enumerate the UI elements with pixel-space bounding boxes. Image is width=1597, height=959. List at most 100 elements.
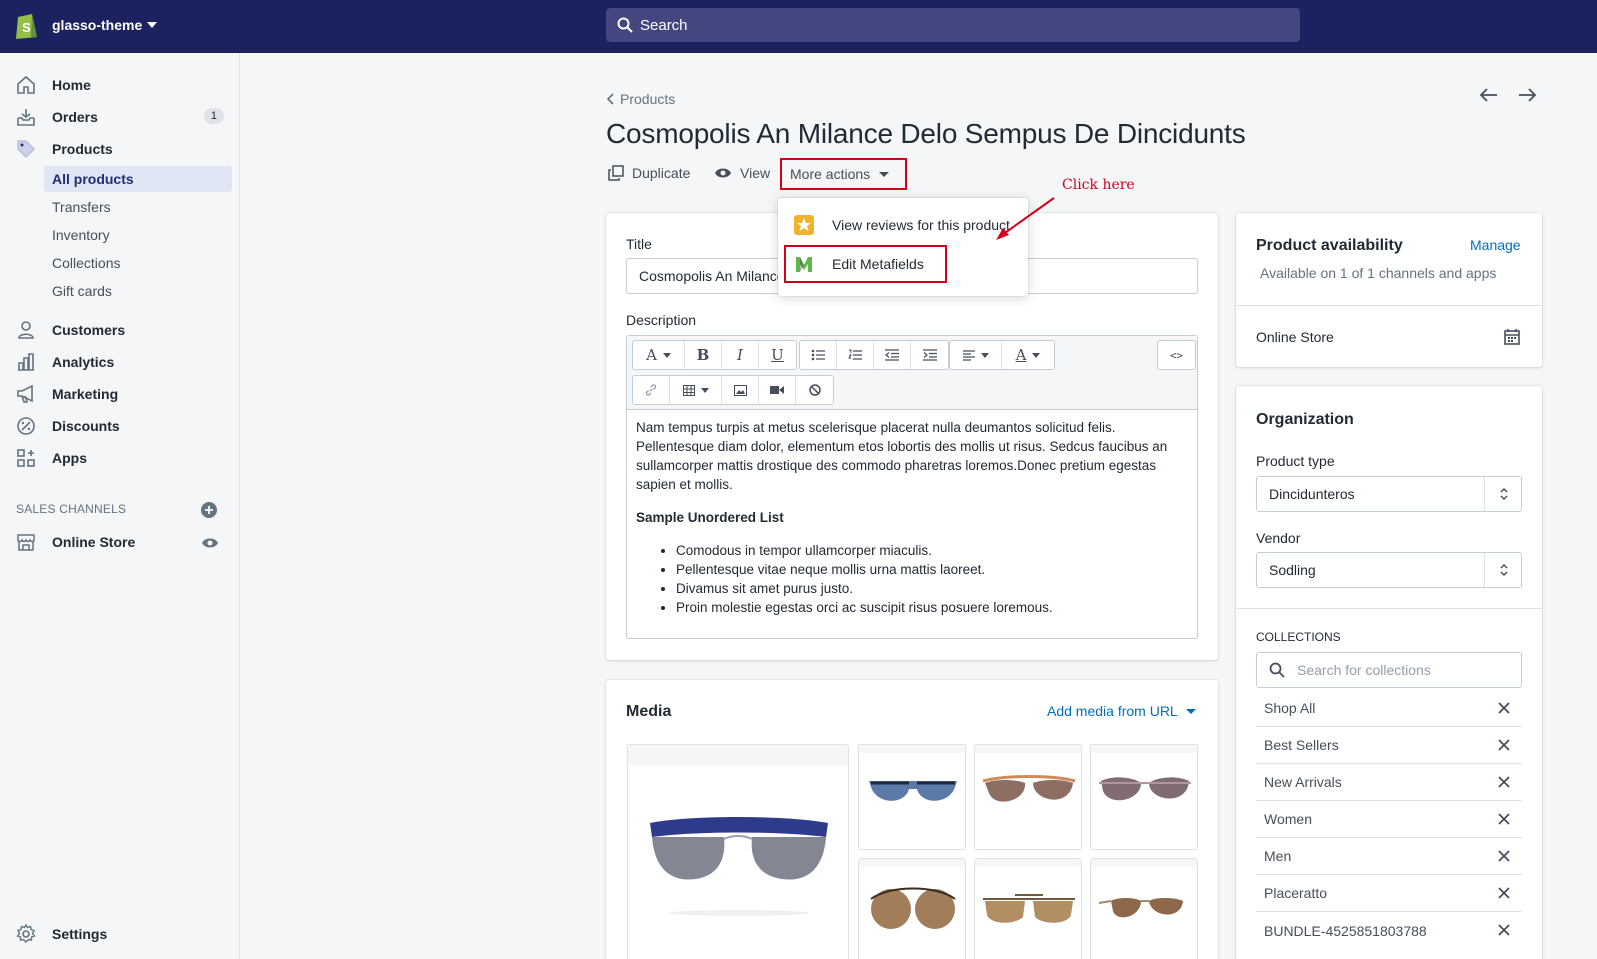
add-media-url-button[interactable]: Add media from URL bbox=[1047, 703, 1196, 719]
insert-video-button[interactable] bbox=[759, 376, 796, 404]
remove-collection-icon[interactable] bbox=[1498, 850, 1510, 862]
sidebar-subitem-transfers[interactable]: Transfers bbox=[44, 194, 232, 220]
collection-name: New Arrivals bbox=[1264, 774, 1342, 790]
sunglasses-image bbox=[1098, 898, 1183, 918]
remove-collection-icon[interactable] bbox=[1498, 924, 1510, 936]
settings-label: Settings bbox=[52, 926, 108, 942]
sunglasses-image bbox=[983, 894, 1075, 923]
remove-collection-icon[interactable] bbox=[1498, 887, 1510, 899]
calendar-icon[interactable] bbox=[1504, 329, 1520, 345]
view-button[interactable]: View bbox=[714, 165, 770, 181]
remove-collection-icon[interactable] bbox=[1498, 776, 1510, 788]
editor-content[interactable]: Nam tempus turpis at metus scelerisque p… bbox=[636, 418, 1188, 617]
sidebar-item-marketing[interactable]: Marketing bbox=[16, 380, 232, 408]
font-style-button[interactable]: A bbox=[633, 341, 685, 369]
sidebar-item-products[interactable]: Products bbox=[16, 135, 232, 163]
select-arrows-icon bbox=[1500, 488, 1508, 500]
sidebar-subitem-all-products[interactable]: All products bbox=[44, 166, 232, 192]
more-actions-button[interactable]: More actions bbox=[780, 158, 907, 190]
media-thumbnail[interactable] bbox=[974, 858, 1082, 959]
insert-table-button[interactable] bbox=[670, 376, 722, 404]
collections-search-input[interactable]: Search for collections bbox=[1256, 652, 1522, 688]
breadcrumb[interactable]: Products bbox=[606, 91, 675, 107]
media-thumbnail-main[interactable] bbox=[627, 744, 849, 959]
media-thumbnail[interactable] bbox=[1090, 744, 1198, 850]
analytics-icon bbox=[18, 353, 34, 371]
sidebar-item-home[interactable]: Home bbox=[16, 71, 232, 99]
sidebar-item-online-store[interactable]: Online Store bbox=[16, 528, 232, 556]
sidebar-item-orders[interactable]: Orders 1 bbox=[16, 103, 232, 131]
availability-title: Product availability bbox=[1256, 237, 1403, 254]
view-reviews-label: View reviews for this product bbox=[832, 217, 1010, 233]
divider bbox=[1236, 608, 1542, 609]
chevron-down-icon[interactable] bbox=[147, 22, 157, 28]
previous-arrow-icon[interactable] bbox=[1480, 88, 1498, 102]
bold-button[interactable]: B bbox=[685, 341, 722, 369]
duplicate-label: Duplicate bbox=[632, 165, 691, 181]
outdent-button[interactable] bbox=[874, 341, 911, 369]
product-type-value: Dincidunteros bbox=[1269, 486, 1355, 502]
apps-icon bbox=[17, 449, 35, 467]
add-channel-icon[interactable] bbox=[201, 502, 217, 518]
sidebar-item-label: Analytics bbox=[52, 354, 115, 370]
search-icon bbox=[617, 17, 633, 33]
shopify-logo-icon[interactable]: S bbox=[14, 10, 40, 40]
list-item: Comodous in tempor ullamcorper miaculis. bbox=[676, 541, 1188, 560]
media-thumbnail[interactable] bbox=[1090, 858, 1198, 959]
media-thumbnail[interactable] bbox=[858, 744, 966, 850]
sidebar-item-analytics[interactable]: Analytics bbox=[16, 348, 232, 376]
bullet-list-button[interactable] bbox=[800, 341, 837, 369]
media-thumbnail[interactable] bbox=[858, 858, 966, 959]
search-placeholder: Search bbox=[640, 17, 688, 34]
collection-tag: Men bbox=[1256, 838, 1522, 875]
indent-button[interactable] bbox=[911, 341, 948, 369]
insert-image-button[interactable] bbox=[722, 376, 759, 404]
list-heading: Sample Unordered List bbox=[636, 510, 784, 525]
vendor-label: Vendor bbox=[1256, 530, 1301, 546]
sidebar-subitem-inventory[interactable]: Inventory bbox=[44, 222, 232, 248]
insert-link-button[interactable] bbox=[633, 376, 670, 404]
collection-name: Best Sellers bbox=[1264, 737, 1339, 753]
tag-icon bbox=[17, 140, 36, 159]
view-store-eye-icon[interactable] bbox=[201, 536, 219, 550]
shop-name[interactable]: glasso-theme bbox=[52, 17, 142, 33]
align-button[interactable] bbox=[950, 341, 1002, 369]
italic-button[interactable]: I bbox=[722, 341, 759, 369]
remove-collection-icon[interactable] bbox=[1498, 702, 1510, 714]
search-input[interactable]: Search bbox=[606, 8, 1300, 42]
sidebar-subitem-gift-cards[interactable]: Gift cards bbox=[44, 278, 232, 304]
description-editor[interactable]: A B I U A <> Nam tempus turpis at metus … bbox=[626, 335, 1198, 639]
chevron-left-icon bbox=[606, 93, 614, 105]
text-color-button[interactable]: A bbox=[1002, 341, 1054, 369]
insert-group bbox=[632, 375, 834, 405]
underline-button[interactable]: U bbox=[759, 341, 796, 369]
annotation-arrow-icon bbox=[996, 197, 1055, 240]
sidebar-item-apps[interactable]: Apps bbox=[16, 444, 232, 472]
next-arrow-icon[interactable] bbox=[1518, 88, 1536, 102]
numbered-list-icon bbox=[848, 349, 862, 360]
duplicate-button[interactable]: Duplicate bbox=[608, 165, 690, 181]
sidebar-item-customers[interactable]: Customers bbox=[16, 316, 232, 344]
clear-formatting-button[interactable] bbox=[796, 376, 833, 404]
remove-collection-icon[interactable] bbox=[1498, 739, 1510, 751]
orders-icon bbox=[17, 109, 35, 126]
sidebar-item-settings[interactable]: Settings bbox=[16, 924, 107, 944]
numbered-list-button[interactable] bbox=[837, 341, 874, 369]
sidebar-subitem-collections[interactable]: Collections bbox=[44, 250, 232, 276]
view-reviews-menu-item[interactable]: View reviews for this product bbox=[794, 215, 1010, 235]
select-arrows-icon bbox=[1500, 564, 1508, 576]
vendor-select[interactable]: Sodling bbox=[1256, 552, 1522, 588]
sidebar-item-discounts[interactable]: Discounts bbox=[16, 412, 232, 440]
html-group: <> bbox=[1157, 340, 1196, 370]
organization-title: Organization bbox=[1256, 411, 1354, 428]
list-item: Pellentesque vitae neque mollis urna mat… bbox=[676, 560, 1188, 579]
remove-collection-icon[interactable] bbox=[1498, 813, 1510, 825]
manage-channels-link[interactable]: Manage bbox=[1470, 237, 1521, 253]
media-thumbnail[interactable] bbox=[974, 744, 1082, 850]
sunglasses-image bbox=[650, 817, 828, 916]
sidebar-item-label: Orders bbox=[52, 109, 98, 125]
show-html-button[interactable]: <> bbox=[1158, 341, 1195, 369]
availability-subtitle: Available on 1 of 1 channels and apps bbox=[1260, 265, 1497, 281]
sunglasses-image bbox=[982, 775, 1076, 802]
product-type-select[interactable]: Dincidunteros bbox=[1256, 476, 1522, 512]
